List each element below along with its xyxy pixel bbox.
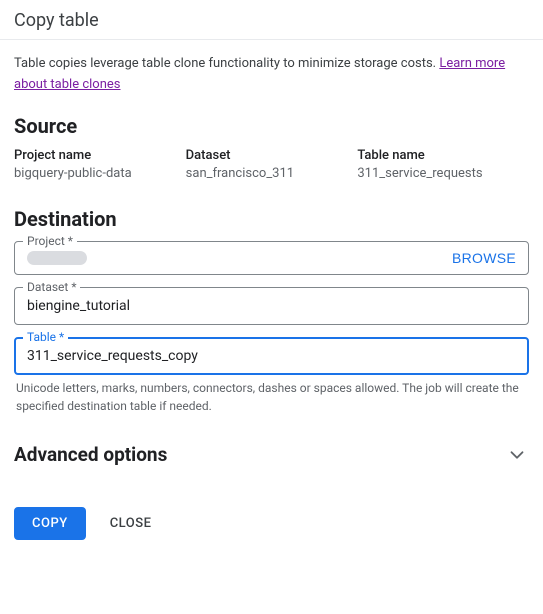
source-heading: Source (14, 114, 529, 138)
source-project-value: bigquery-public-data (14, 166, 186, 181)
close-button[interactable]: CLOSE (96, 507, 166, 540)
destination-dataset-input[interactable] (14, 287, 529, 325)
intro-text: Table copies leverage table clone functi… (14, 54, 529, 96)
destination-heading: Destination (14, 207, 529, 231)
source-dataset-label: Dataset (186, 148, 358, 163)
destination-dataset-field[interactable]: Dataset * (14, 287, 529, 325)
source-table-label: Table name (357, 148, 529, 163)
destination-project-value-redacted (27, 251, 87, 265)
destination-project-field[interactable]: Project * BROWSE (14, 241, 529, 275)
destination-table-label: Table * (23, 330, 68, 344)
source-table: Table name 311_service_requests (357, 148, 529, 181)
source-dataset-value: san_francisco_311 (186, 166, 358, 181)
copy-button[interactable]: COPY (14, 507, 86, 540)
source-project: Project name bigquery-public-data (14, 148, 186, 181)
destination-table-helper: Unicode letters, marks, numbers, connect… (14, 379, 529, 415)
source-fields: Project name bigquery-public-data Datase… (14, 148, 529, 181)
destination-project-label: Project * (23, 234, 77, 248)
advanced-options-heading: Advanced options (14, 443, 167, 466)
dialog-title: Copy table (0, 0, 543, 40)
intro-text-body: Table copies leverage table clone functi… (14, 56, 439, 71)
advanced-options-toggle[interactable]: Advanced options (14, 427, 529, 499)
source-project-label: Project name (14, 148, 186, 163)
destination-table-field[interactable]: Table * Unicode letters, marks, numbers,… (14, 337, 529, 415)
source-dataset: Dataset san_francisco_311 (186, 148, 358, 181)
chevron-down-icon (505, 443, 529, 467)
browse-button[interactable]: BROWSE (452, 250, 516, 266)
source-table-value: 311_service_requests (357, 166, 529, 181)
dialog-footer: COPY CLOSE (0, 499, 543, 548)
destination-table-input[interactable] (14, 337, 529, 375)
destination-dataset-label: Dataset * (23, 280, 80, 294)
